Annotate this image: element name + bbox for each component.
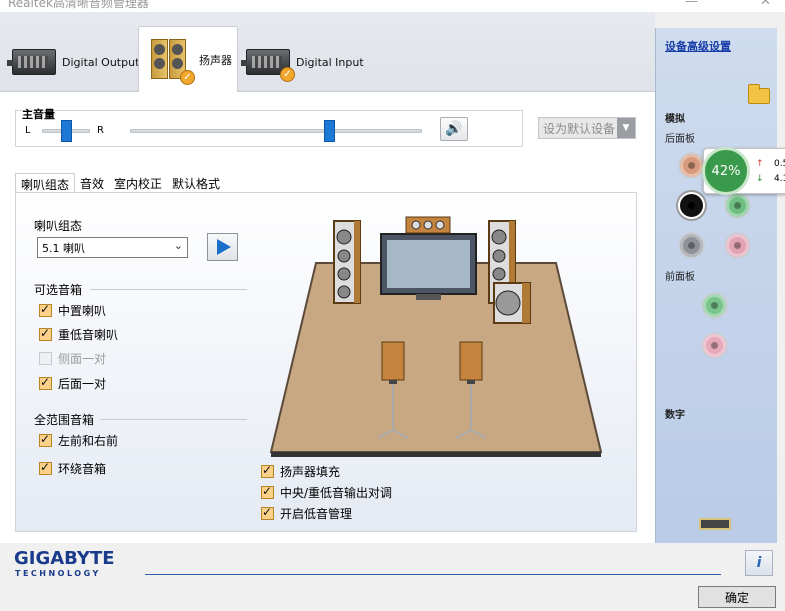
front-lr-label: 左前和右前 [58, 434, 119, 448]
device-tabs: Digital Output ✓ 扬声器 ✓ Digital Input [0, 12, 655, 93]
minimize-button[interactable]: — [685, 0, 698, 9]
jack-orange[interactable] [678, 152, 705, 179]
checkbox-box [39, 352, 52, 365]
tab-speakers[interactable]: ✓ 扬声器 [138, 26, 238, 93]
checkbox-box [39, 375, 52, 390]
window-title: Realtek高清晰音频管理器 [8, 0, 149, 10]
speaker-fill-checkbox[interactable]: 扬声器填充 [261, 463, 340, 480]
checkbox-box [39, 432, 52, 447]
volume-title: 主音量 [22, 108, 55, 121]
jack-pink[interactable] [724, 232, 751, 259]
down-arrow-icon: ↓ [756, 174, 764, 184]
fullrange-speakers-title: 全范围音箱 [34, 413, 95, 427]
jack-green[interactable] [724, 192, 751, 219]
speaker-room-illustration [269, 216, 603, 457]
volume-slider-thumb[interactable] [323, 120, 335, 142]
play-test-button[interactable] [207, 233, 238, 261]
jack-front-pink[interactable] [701, 332, 728, 359]
speaker-volume-icon: 🔊 [445, 121, 463, 137]
tab-digital-output[interactable]: Digital Output [7, 32, 140, 92]
subwoofer-checkbox[interactable]: 重低音喇叭 [39, 326, 118, 343]
settings-tabs: 喇叭组态 音效 室内校正 默认格式 [15, 173, 225, 193]
balance-left-label: L [25, 125, 31, 136]
jack-black[interactable] [678, 192, 705, 219]
ok-button[interactable]: 确定 [698, 586, 776, 608]
checkbox-box [39, 326, 52, 341]
gauge-down-value: 4.1 [774, 174, 785, 184]
gauge-percent: 42% [702, 147, 750, 195]
bass-management-label: 开启低音管理 [280, 507, 353, 521]
checkbox-box [39, 460, 52, 475]
balance-right-label: R [97, 125, 104, 136]
bass-management-checkbox[interactable]: 开启低音管理 [261, 505, 352, 522]
center-speaker-checkbox[interactable]: 中置喇叭 [39, 302, 106, 319]
speaker-fill-label: 扬声器填充 [280, 465, 341, 479]
footer-divider [145, 574, 721, 575]
folder-icon[interactable] [748, 84, 770, 104]
front-panel-label: 前面板 [665, 272, 695, 283]
digital-output-device-icon [7, 49, 56, 75]
info-icon: i [756, 555, 762, 571]
tab-sound-effects[interactable]: 音效 [75, 173, 109, 193]
tab-digital-output-label: Digital Output [62, 55, 140, 69]
center-sub-swap-label: 中央/重低音输出对调 [280, 486, 393, 500]
checkbox-box [39, 302, 52, 317]
title-bar: Realtek高清晰音频管理器 — ✕ [0, 0, 785, 12]
tab-default-format[interactable]: 默认格式 [167, 173, 225, 193]
optional-speakers-divider [90, 289, 247, 290]
info-button[interactable]: i [745, 550, 773, 576]
optional-speakers-title: 可选音箱 [34, 283, 83, 297]
set-default-device-label: 设为默认设备 [543, 121, 616, 136]
spdif-port-icon [699, 518, 731, 530]
checkbox-box [261, 505, 274, 520]
tab-room-correction[interactable]: 室内校正 [109, 173, 167, 193]
digital-input-device-icon: ✓ [241, 49, 295, 82]
subwoofer-label: 重低音喇叭 [58, 328, 119, 342]
back-panel-label: 后面板 [665, 134, 695, 145]
tab-speakers-label: 扬声器 [199, 54, 232, 67]
checkbox-box [261, 463, 274, 478]
checkbox-box [261, 484, 274, 499]
default-device-check-icon: ✓ [180, 70, 195, 85]
tab-digital-input-label: Digital Input [296, 55, 364, 69]
rear-pair-label: 后面一对 [58, 377, 107, 391]
chevron-down-icon: ⌄ [173, 239, 183, 252]
gigabyte-logo-sub: TECHNOLOGY [15, 569, 101, 578]
gigabyte-logo: GIGABYTE [14, 548, 115, 569]
analog-title: 模拟 [665, 114, 685, 125]
jack-front-green[interactable] [701, 292, 728, 319]
gauge-up-value: 0.5 [774, 159, 785, 169]
connector-panel [655, 28, 777, 543]
default-input-check-icon: ✓ [280, 67, 295, 82]
speaker-config-label: 喇叭组态 [34, 219, 83, 233]
center-sub-swap-checkbox[interactable]: 中央/重低音输出对调 [261, 484, 392, 501]
up-arrow-icon: ↑ [756, 159, 764, 169]
balance-slider-thumb[interactable] [61, 120, 72, 142]
front-lr-checkbox[interactable]: 左前和右前 [39, 432, 118, 449]
surround-checkbox[interactable]: 环绕音箱 [39, 460, 106, 477]
surround-label: 环绕音箱 [58, 462, 107, 476]
set-default-device-dropdown[interactable]: 设为默认设备 ▼ [538, 117, 636, 139]
rear-pair-checkbox[interactable]: 后面一对 [39, 375, 106, 392]
advanced-settings-link[interactable]: 设备高级设置 [665, 38, 731, 54]
side-pair-label: 侧面一对 [58, 352, 107, 366]
speaker-config-select[interactable]: 5.1 喇叭 ⌄ [37, 237, 188, 258]
tab-digital-input[interactable]: ✓ Digital Input [241, 32, 364, 92]
speakers-device-icon: ✓ [147, 37, 195, 85]
center-speaker-label: 中置喇叭 [58, 304, 107, 318]
side-pair-checkbox: 侧面一对 [39, 350, 106, 367]
digital-title: 数字 [665, 410, 685, 421]
close-button[interactable]: ✕ [760, 0, 771, 9]
fullrange-divider [100, 419, 247, 420]
volume-slider-track [130, 129, 422, 133]
speaker-config-value: 5.1 喇叭 [42, 242, 85, 255]
mute-button[interactable]: 🔊 [440, 117, 468, 141]
network-gauge-widget: 42% ↑ 0.5 ↓ 4.1 [702, 147, 785, 195]
jack-grey[interactable] [678, 232, 705, 259]
tab-speaker-config[interactable]: 喇叭组态 [15, 173, 76, 193]
chevron-down-icon: ▼ [617, 118, 635, 138]
